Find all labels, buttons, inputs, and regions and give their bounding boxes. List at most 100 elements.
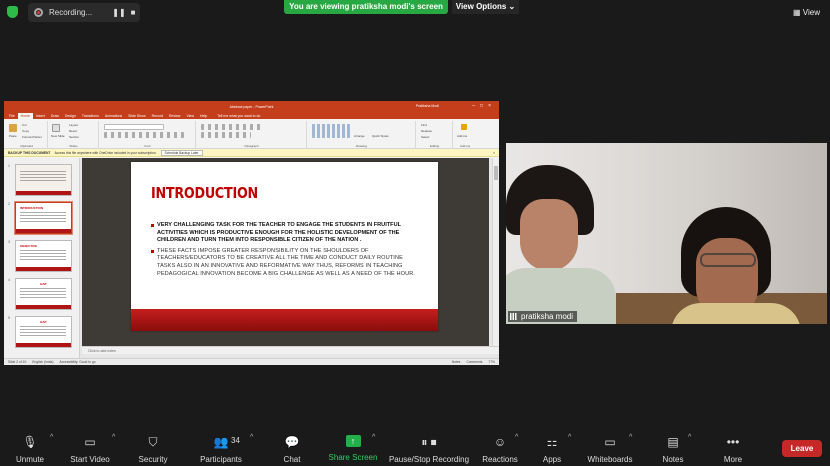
arrange-button[interactable]: Arrange <box>354 134 365 138</box>
new-slide-icon[interactable] <box>52 124 60 132</box>
pause-recording-icon[interactable]: ❚❚ <box>112 8 126 17</box>
paste-button[interactable]: Paste <box>9 134 17 138</box>
reactions-options-chevron-icon[interactable]: ^ <box>515 434 518 441</box>
security-button[interactable]: ⛉ Security <box>134 428 172 466</box>
start-video-button[interactable]: ▭ Start Video <box>66 428 114 466</box>
whiteboards-options-chevron-icon[interactable]: ^ <box>629 434 632 441</box>
whiteboards-button[interactable]: ▭ Whiteboards <box>585 428 635 466</box>
addins-icon[interactable] <box>461 124 467 130</box>
slide-thumbnail-row[interactable]: 1 <box>8 164 78 198</box>
slide-scrollbar[interactable] <box>492 158 499 346</box>
current-slide[interactable]: INTRODUCTION VERY CHALLENGING TASK FOR T… <box>131 162 438 331</box>
participant-video-tile[interactable]: pratiksha modi <box>506 143 827 324</box>
recording-indicator: Recording... ❚❚ ■ <box>28 3 140 22</box>
cut-button[interactable]: Cut <box>22 123 27 127</box>
unmute-button[interactable]: 🎙 Unmute <box>10 428 50 466</box>
participants-button[interactable]: 👥 Participants <box>196 428 246 466</box>
new-slide-button[interactable]: New Slide <box>51 134 65 138</box>
participant-name: pratiksha modi <box>521 312 574 321</box>
ppt-titlebar: Abstract paper - PowerPoint Pratiksha Mo… <box>4 101 499 112</box>
stop-recording-icon[interactable]: ■ <box>126 8 140 17</box>
addins-button[interactable]: Add-ins <box>457 134 467 138</box>
apps-button[interactable]: ⚏ Apps <box>537 428 567 466</box>
shield-icon: ⛉ <box>148 435 158 449</box>
slide-thumbnail-row[interactable]: 2 INTRODUCTION <box>8 201 78 236</box>
chat-button[interactable]: 💬 Chat <box>277 428 307 466</box>
font-name-dropdown[interactable] <box>104 124 164 130</box>
whiteboard-icon: ▭ <box>604 435 616 449</box>
meeting-toolbar: 🎙 Unmute ^ ▭ Start Video ^ ⛉ Security 👥 … <box>0 428 830 466</box>
encryption-shield-icon[interactable] <box>7 6 18 18</box>
paste-icon[interactable] <box>9 124 17 132</box>
status-right: Notes Comments 77% <box>452 360 495 364</box>
leave-button[interactable]: Leave <box>782 440 822 457</box>
reset-button[interactable]: Reset <box>69 129 77 133</box>
shared-screen-powerpoint: Abstract paper - PowerPoint Pratiksha Mo… <box>4 101 499 365</box>
notes-options-chevron-icon[interactable]: ^ <box>688 434 691 441</box>
thumbnail-footer-bar <box>16 267 71 271</box>
comments-toggle[interactable]: Comments <box>466 360 482 364</box>
slide-bullet-2[interactable]: THESE FACTS IMPOSE GREATER RESPONSIBILIT… <box>151 248 421 278</box>
participant-2-body <box>671 303 801 324</box>
grid-view-icon: ▦ <box>793 8 803 17</box>
alignment-buttons[interactable] <box>201 132 251 138</box>
accessibility-status[interactable]: Accessibility: Good to go <box>59 360 95 364</box>
notes-pane[interactable]: Click to add notes <box>82 346 499 354</box>
notes-button[interactable]: ▤ Notes <box>658 428 688 466</box>
audio-options-chevron-icon[interactable]: ^ <box>50 434 53 441</box>
quick-styles-button[interactable]: Quick Styles <box>372 134 389 138</box>
recording-dot-icon <box>34 8 43 17</box>
backup-title: BACKUP THIS DOCUMENT <box>8 150 51 155</box>
notes-icon: ▤ <box>667 435 679 449</box>
find-button[interactable]: Find <box>421 123 427 127</box>
font-format-buttons[interactable] <box>104 132 184 138</box>
notes-toggle[interactable]: Notes <box>452 360 461 364</box>
video-options-chevron-icon[interactable]: ^ <box>112 434 115 441</box>
view-button[interactable]: ▦ View <box>793 8 820 17</box>
slide-bullet-1[interactable]: VERY CHALLENGING TASK FOR THE TEACHER TO… <box>151 222 421 245</box>
slide-thumbnail[interactable]: GAP <box>15 278 72 310</box>
select-button[interactable]: Select <box>421 135 429 139</box>
apps-options-chevron-icon[interactable]: ^ <box>568 434 571 441</box>
slide-thumbnail[interactable]: GAP <box>15 316 72 348</box>
layout-button[interactable]: Layout <box>69 123 78 127</box>
slide-bullets[interactable]: VERY CHALLENGING TASK FOR THE TEACHER TO… <box>151 222 421 281</box>
view-options-button[interactable]: View Options ⌄ <box>452 0 519 14</box>
replace-button[interactable]: Replace <box>421 129 432 133</box>
thumbnail-title: GAP <box>40 282 47 286</box>
ribbon-group-font: Font <box>100 121 196 149</box>
slide-thumbnail[interactable] <box>15 164 72 196</box>
ppt-window-title: Abstract paper - PowerPoint <box>229 104 274 109</box>
more-icon: ••• <box>726 435 740 449</box>
language[interactable]: English (India) <box>32 360 53 364</box>
slide-thumbnail-pane[interactable]: 1 2 INTRODUCTION 3 OBJECTIVE 4 GAP 5 GAP <box>4 158 80 358</box>
scrollbar-thumb[interactable] <box>494 166 498 180</box>
slide-thumbnail-selected[interactable]: INTRODUCTION <box>14 201 73 235</box>
thumbnail-text-lines <box>20 288 66 298</box>
paragraph-buttons[interactable] <box>201 124 261 130</box>
pause-stop-recording-button[interactable]: ⏸ ⏹ Pause/Stop Recording <box>388 428 470 466</box>
chat-icon: 💬 <box>284 435 300 449</box>
participants-options-chevron-icon[interactable]: ^ <box>250 434 253 441</box>
close-icon[interactable]: × <box>493 151 495 155</box>
thumbnail-footer-bar <box>16 305 71 309</box>
participant-name-tag: pratiksha modi <box>508 311 578 322</box>
reactions-button[interactable]: ☺ Reactions <box>480 428 520 466</box>
slide-title[interactable]: INTRODUCTION <box>151 184 258 202</box>
security-label: Security <box>138 455 168 464</box>
slide-thumbnail[interactable]: OBJECTIVE <box>15 240 72 272</box>
slide-number: 3 <box>8 240 10 244</box>
shapes-gallery[interactable] <box>312 124 350 138</box>
slide-thumbnail-row[interactable]: 3 OBJECTIVE <box>8 240 78 274</box>
zoom-level[interactable]: 77% <box>488 360 495 364</box>
ribbon-group-slides: New Slide Layout Reset Section Slides <box>49 121 99 149</box>
slide-thumbnail-row[interactable]: 5 GAP <box>8 316 78 350</box>
apps-label: Apps <box>542 455 562 464</box>
format-painter-button[interactable]: Format Painter <box>22 135 42 139</box>
schedule-backup-button[interactable]: Schedule Backup Later <box>160 149 203 156</box>
share-options-chevron-icon[interactable]: ^ <box>372 434 375 441</box>
slide-thumbnail-row[interactable]: 4 GAP <box>8 278 78 312</box>
section-button[interactable]: Section <box>69 135 79 139</box>
more-button[interactable]: ••• More <box>718 428 748 466</box>
copy-button[interactable]: Copy <box>22 129 29 133</box>
